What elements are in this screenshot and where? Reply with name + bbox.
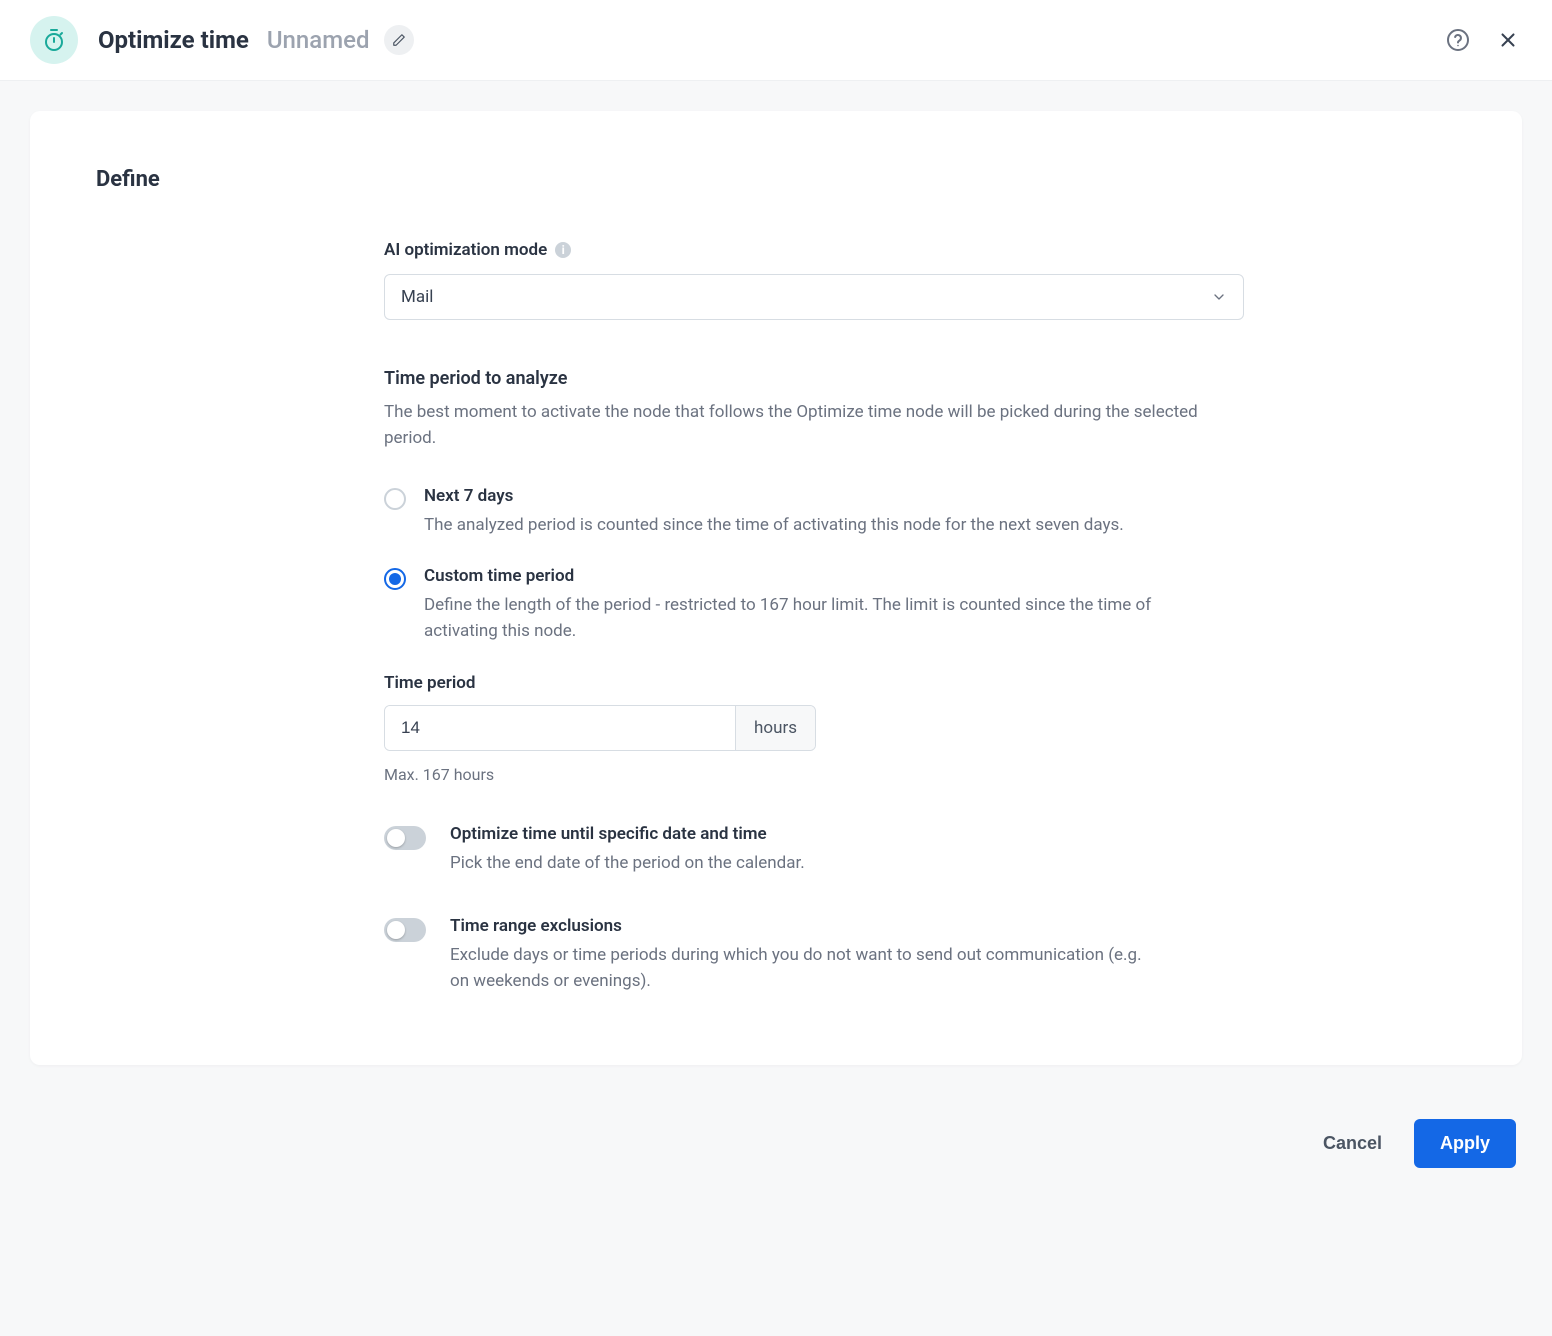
period-group-label: Time period to analyze xyxy=(384,368,1244,389)
mode-label: AI optimization mode xyxy=(384,240,547,260)
toggle-exclusions[interactable] xyxy=(384,918,426,942)
toggle-exclusions-title: Time range exclusions xyxy=(450,916,1150,936)
info-icon[interactable]: i xyxy=(555,242,571,258)
time-period-unit: hours xyxy=(735,706,815,750)
close-button[interactable] xyxy=(1494,26,1522,54)
footer-actions: Cancel Apply xyxy=(0,1095,1552,1208)
radio-custom-desc: Define the length of the period - restri… xyxy=(424,592,1184,645)
page-header: Optimize time Unnamed xyxy=(0,0,1552,81)
stopwatch-icon xyxy=(42,28,66,52)
close-icon xyxy=(1497,29,1519,51)
radio-control-next-7[interactable] xyxy=(384,488,406,510)
radio-next7-desc: The analyzed period is counted since the… xyxy=(424,512,1124,538)
time-period-label: Time period xyxy=(384,673,1244,693)
stopwatch-icon-badge xyxy=(30,16,78,64)
chevron-down-icon xyxy=(1211,289,1227,305)
pencil-icon xyxy=(392,33,406,47)
time-period-input-group: hours xyxy=(384,705,816,751)
help-button[interactable] xyxy=(1444,26,1472,54)
page-subtitle: Unnamed xyxy=(267,26,370,54)
radio-next-7-days[interactable]: Next 7 days The analyzed period is count… xyxy=(384,486,1244,538)
toggle-until-date-row: Optimize time until specific date and ti… xyxy=(384,824,1244,876)
mode-select[interactable]: Mail xyxy=(384,274,1244,320)
toggle-exclusions-row: Time range exclusions Exclude days or ti… xyxy=(384,916,1244,995)
mode-value: Mail xyxy=(401,287,433,307)
apply-button[interactable]: Apply xyxy=(1414,1119,1516,1168)
time-period-input[interactable] xyxy=(385,706,735,750)
time-period-hint: Max. 167 hours xyxy=(384,765,1244,784)
toggle-until-date[interactable] xyxy=(384,826,426,850)
define-card: Define AI optimization mode i Mail Time … xyxy=(30,111,1522,1065)
page-title: Optimize time xyxy=(98,26,249,54)
help-icon xyxy=(1446,28,1470,52)
period-group-desc: The best moment to activate the node tha… xyxy=(384,399,1244,452)
toggle-until-date-title: Optimize time until specific date and ti… xyxy=(450,824,805,844)
cancel-button[interactable]: Cancel xyxy=(1313,1121,1392,1166)
radio-custom-period[interactable]: Custom time period Define the length of … xyxy=(384,566,1244,645)
radio-control-custom[interactable] xyxy=(384,568,406,590)
toggle-exclusions-desc: Exclude days or time periods during whic… xyxy=(450,942,1150,995)
radio-custom-title: Custom time period xyxy=(424,566,1184,586)
toggle-until-date-desc: Pick the end date of the period on the c… xyxy=(450,850,805,876)
section-title: Define xyxy=(96,167,1456,192)
edit-name-button[interactable] xyxy=(384,25,414,55)
radio-next7-title: Next 7 days xyxy=(424,486,1124,506)
